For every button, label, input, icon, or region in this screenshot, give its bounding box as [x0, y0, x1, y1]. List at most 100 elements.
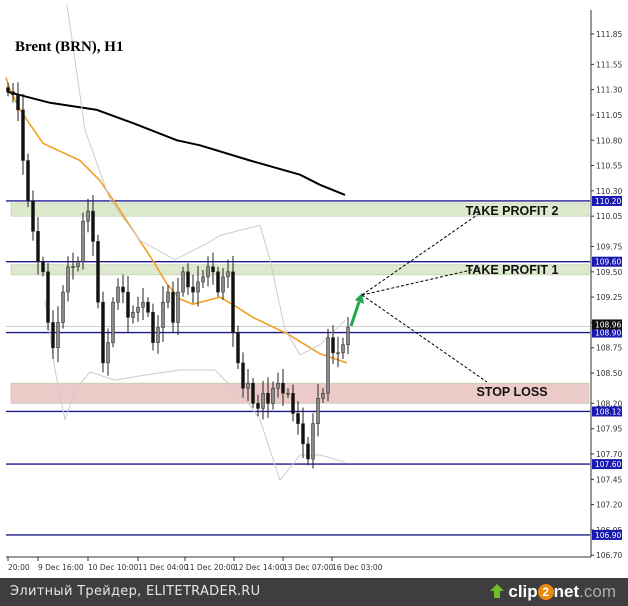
candle-bearish — [171, 291, 175, 323]
logo-clip: clip — [508, 582, 538, 601]
candle-bullish — [321, 393, 325, 399]
x-tick-label: 11 Dec 04:00 — [138, 563, 189, 572]
candle-bullish — [196, 281, 200, 293]
y-tick-label: 106.70 — [596, 551, 622, 560]
candle-bearish — [296, 413, 300, 424]
candle-bearish — [41, 261, 45, 273]
candle-bearish — [186, 271, 190, 288]
level-price-tag-label: 108.12 — [595, 407, 621, 416]
candle-bullish — [136, 306, 140, 313]
candle-bullish — [86, 210, 90, 222]
level-price-tag-label: 110.20 — [595, 197, 621, 206]
candle-bullish — [116, 286, 120, 303]
candle-bullish — [111, 301, 115, 343]
candle-bearish — [151, 312, 155, 343]
logo-com: .com — [579, 582, 616, 601]
y-tick-label: 110.05 — [596, 212, 622, 221]
y-tick-label: 108.50 — [596, 369, 622, 378]
x-tick-label: 16 Dec 03:00 — [332, 563, 383, 572]
logo-two: 2 — [537, 584, 554, 600]
candle-bullish — [106, 342, 110, 364]
candle-bullish — [61, 291, 65, 323]
candle-bearish — [101, 301, 105, 364]
take-profit-1-label: TAKE PROFIT 1 — [466, 263, 559, 277]
candle-bearish — [191, 286, 195, 293]
y-tick-label: 110.55 — [596, 162, 622, 171]
current-price-tag-label: 108.96 — [595, 320, 621, 329]
candle-bearish — [236, 332, 240, 364]
ma-slow-line — [6, 90, 346, 196]
candle-bullish — [286, 393, 290, 395]
y-tick-label: 107.70 — [596, 450, 622, 459]
candle-bullish — [76, 261, 80, 268]
level-price-tag-label: 109.60 — [595, 258, 621, 267]
candle-bullish — [206, 266, 210, 278]
price-chart: TAKE PROFIT 2 TAKE PROFIT 1 STOP LOSS 111.8… — [5, 4, 622, 572]
candle-bullish — [336, 352, 340, 355]
candle-bullish — [346, 327, 350, 345]
logo-net: net — [553, 582, 580, 601]
candle-bearish — [241, 362, 245, 389]
candle-bullish — [316, 398, 320, 424]
green-arrow-shaft — [349, 301, 361, 327]
candle-bearish — [31, 200, 35, 232]
y-tick-label: 111.55 — [596, 60, 622, 69]
level-price-tag-label: 106.90 — [595, 531, 621, 540]
bollinger-upper-line — [66, 4, 346, 356]
clip2net-logo: clip 2 net.com — [489, 582, 616, 602]
x-tick-label: 10 Dec 10:00 — [88, 563, 139, 572]
candle-bullish — [166, 291, 170, 303]
candle-bearish — [121, 286, 125, 293]
candle-bullish — [261, 393, 265, 409]
candle-bearish — [291, 393, 295, 414]
candle-bearish — [11, 91, 15, 95]
dashed-target-line — [361, 212, 481, 296]
candle-bullish — [181, 271, 185, 293]
candle-bullish — [246, 382, 250, 389]
candle-bearish — [331, 337, 335, 354]
y-tick-label: 107.20 — [596, 501, 622, 510]
candle-bearish — [216, 271, 220, 293]
take-profit-2-label: TAKE PROFIT 2 — [466, 204, 559, 218]
candle-bearish — [16, 94, 20, 111]
y-tick-label: 110.80 — [596, 136, 622, 145]
x-tick-label: 20:00 — [8, 563, 30, 572]
y-tick-label: 111.05 — [596, 111, 622, 120]
y-tick-label: 110.30 — [596, 187, 622, 196]
x-tick-label: 11 Dec 20:00 — [185, 563, 236, 572]
candle-bearish — [36, 231, 40, 262]
candle-bullish — [141, 301, 145, 308]
candle-bullish — [156, 327, 160, 343]
candle-bullish — [201, 276, 205, 283]
candle-bullish — [221, 276, 225, 293]
candle-bearish — [231, 271, 235, 333]
candle-bearish — [146, 301, 150, 313]
dashed-target-line — [361, 294, 488, 383]
candle-bearish — [26, 160, 30, 202]
candle-bearish — [6, 87, 10, 92]
upload-arrow-icon — [490, 584, 505, 598]
stop-loss-label: STOP LOSS — [476, 385, 547, 399]
candle-bullish — [66, 266, 70, 293]
candle-bearish — [266, 393, 270, 404]
candle-bullish — [276, 382, 280, 389]
candle-bullish — [176, 291, 180, 323]
y-tick-label: 108.75 — [596, 344, 622, 353]
candle-bullish — [71, 266, 75, 269]
candle-bearish — [96, 241, 100, 303]
candle-bearish — [281, 382, 285, 394]
x-tick-label: 9 Dec 16:00 — [38, 563, 84, 572]
y-tick-label: 111.85 — [596, 30, 622, 39]
candle-bearish — [211, 266, 215, 273]
candle-bearish — [306, 443, 310, 460]
candle-bullish — [56, 322, 60, 348]
y-tick-label: 107.45 — [596, 475, 622, 484]
x-tick-label: 12 Dec 14:00 — [234, 563, 285, 572]
footer-bar: Элитный Трейдер, ELITETRADER.RU clip 2 net… — [0, 578, 628, 606]
y-tick-label: 107.95 — [596, 425, 622, 434]
y-tick-label: 109.25 — [596, 293, 622, 302]
candle-bearish — [256, 403, 260, 409]
x-tick-label: 13 Dec 07:00 — [283, 563, 334, 572]
candle-bullish — [81, 220, 85, 262]
y-tick-label: 111.30 — [596, 86, 622, 95]
